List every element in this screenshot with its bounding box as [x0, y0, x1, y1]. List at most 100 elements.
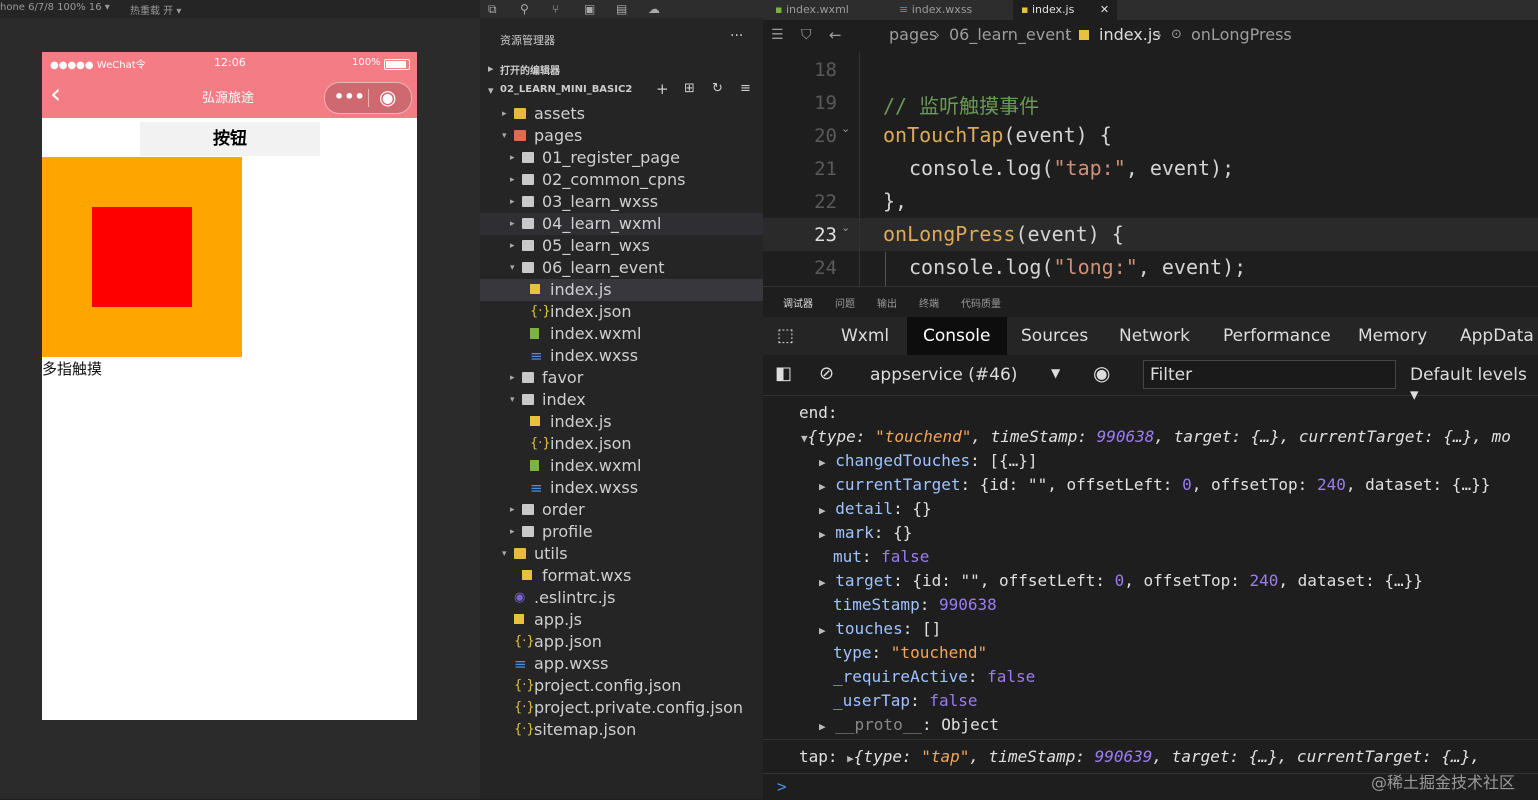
code-line-21[interactable]: console.log("tap:", event);	[909, 156, 1234, 180]
chevron-down-icon[interactable]: ▾	[502, 543, 507, 565]
debug-icon[interactable]: ▣	[584, 2, 595, 16]
back-nav-icon[interactable]: ←	[829, 22, 842, 48]
chevron-down-icon[interactable]: ▾	[502, 125, 507, 147]
tree-item[interactable]: ≡ app.wxss	[480, 653, 763, 675]
chevron-right-icon[interactable]: ▸	[510, 499, 515, 521]
tree-item[interactable]: ◉ .eslintrc.js	[480, 587, 763, 609]
search-icon[interactable]: ⚲	[520, 2, 529, 16]
breadcrumb-file[interactable]: index.js	[1099, 22, 1161, 48]
chevron-right-icon[interactable]: ▸	[510, 235, 515, 257]
console-prop-target[interactable]: ▶ target: {id: "", offsetLeft: 0, offset…	[819, 571, 1423, 590]
tree-item[interactable]: index.wxml	[480, 455, 763, 477]
chevron-right-icon[interactable]: ▸	[510, 521, 515, 543]
new-file-icon[interactable]: +	[656, 80, 669, 98]
bookmark-icon[interactable]: ⛉	[801, 22, 812, 48]
tab-memory[interactable]: Memory	[1358, 317, 1427, 355]
more-icon[interactable]: •••	[334, 87, 365, 106]
console-prompt[interactable]: >	[777, 777, 787, 796]
clear-console-icon[interactable]: ⊘	[819, 363, 834, 384]
tree-item[interactable]: ▸ 04_learn_wxml	[480, 213, 763, 235]
tree-item[interactable]: ▸ 02_common_cpns	[480, 169, 763, 191]
tab-debugger[interactable]: 调试器	[783, 295, 813, 310]
console-entry-summary[interactable]: ▼{type: "touchend", timeStamp: 990638, t…	[801, 427, 1511, 446]
tree-item[interactable]: ▸ favor	[480, 367, 763, 389]
tree-item[interactable]: app.js	[480, 609, 763, 631]
chevron-right-icon[interactable]: ▸	[510, 147, 515, 169]
outline-icon[interactable]: ☰	[771, 22, 784, 48]
back-arrow-icon[interactable]: ‹	[50, 78, 61, 110]
tree-item[interactable]: format.wxs	[480, 565, 763, 587]
tab-output[interactable]: 输出	[877, 295, 897, 310]
tree-item[interactable]: ≡ index.wxss	[480, 477, 763, 499]
demo-button[interactable]: 按钮	[140, 122, 320, 156]
tab-appdata[interactable]: AppData	[1460, 317, 1534, 355]
fold-chevron-icon[interactable]: ⌄	[841, 122, 850, 135]
breadcrumb-symbol[interactable]: onLongPress	[1191, 22, 1292, 48]
context-select[interactable]: appservice (#46)	[870, 365, 1017, 385]
hot-reload-toggle[interactable]: 热重载 开 ▾	[130, 2, 181, 17]
touch-area-outer[interactable]	[42, 157, 242, 357]
breadcrumb-pages[interactable]: pages	[889, 22, 937, 48]
explorer-more-button[interactable]: ···	[730, 28, 743, 44]
copy-icon[interactable]: ⧉	[488, 2, 497, 17]
tab-console[interactable]: Console	[907, 317, 1007, 355]
tree-item[interactable]: ▾ 06_learn_event	[480, 257, 763, 279]
tree-item[interactable]: ≡ index.wxss	[480, 345, 763, 367]
code-line-23[interactable]: onLongPress(event) {	[883, 222, 1124, 246]
tab-wxml[interactable]: Wxml	[841, 317, 889, 355]
tab-index-js[interactable]: ▪ index.js ✕	[1013, 0, 1118, 20]
chevron-down-icon[interactable]: ▾	[510, 257, 515, 279]
tree-item[interactable]: ▾ utils	[480, 543, 763, 565]
filter-input[interactable]: Filter	[1143, 360, 1396, 389]
project-section[interactable]: ▾ 02_LEARN_MINI_BASIC2 + ⊞ ↻ ≡	[480, 80, 763, 100]
tree-item[interactable]: index.wxml	[480, 323, 763, 345]
console-prop-touches[interactable]: ▶ touches: []	[819, 619, 941, 638]
tree-item[interactable]: index.js	[480, 411, 763, 433]
device-select[interactable]: hone 6/7/8 100% 16 ▾	[0, 2, 110, 13]
tab-index-wxss[interactable]: ≡ index.wxss	[891, 0, 980, 20]
inspect-element-icon[interactable]: ⬚	[777, 325, 794, 346]
tab-problems[interactable]: 问题	[835, 295, 855, 310]
new-folder-icon[interactable]: ⊞	[684, 81, 695, 96]
tree-item[interactable]: ▸ assets	[480, 103, 763, 125]
tree-item[interactable]: {·} index.json	[480, 433, 763, 455]
branch-icon[interactable]: ⑂	[552, 2, 559, 16]
code-line-22[interactable]: },	[883, 189, 907, 213]
code-line-24[interactable]: console.log("long:", event);	[909, 255, 1246, 279]
console-prop-mark[interactable]: ▶ mark: {}	[819, 523, 912, 542]
refresh-icon[interactable]: ↻	[712, 81, 723, 96]
sidebar-toggle-icon[interactable]: ◧	[775, 363, 792, 384]
tree-item[interactable]: {·} app.json	[480, 631, 763, 653]
cloud-icon[interactable]: ☁	[648, 2, 660, 16]
tree-item[interactable]: ▸ 01_register_page	[480, 147, 763, 169]
chevron-right-icon[interactable]: ▸	[510, 367, 515, 389]
console-prop-currenttarget[interactable]: ▶ currentTarget: {id: "", offsetLeft: 0,…	[819, 475, 1490, 494]
chevron-right-icon[interactable]: ▸	[510, 169, 515, 191]
code-line-20[interactable]: onTouchTap(event) {	[883, 123, 1112, 147]
tab-sources[interactable]: Sources	[1021, 317, 1088, 355]
tab-index-wxml[interactable]: ▪ index.wxml	[767, 0, 857, 20]
open-editors-section[interactable]: ▸ 打开的编辑器	[480, 58, 763, 78]
tree-item[interactable]: {·} index.json	[480, 301, 763, 323]
console-prop-changedtouches[interactable]: ▶ changedTouches: [{…}]	[819, 451, 1038, 470]
close-tab-icon[interactable]: ✕	[1100, 3, 1109, 16]
chevron-down-icon[interactable]: ▾	[510, 389, 515, 411]
chevron-right-icon[interactable]: ▸	[510, 213, 515, 235]
tree-item[interactable]: ▸ 03_learn_wxss	[480, 191, 763, 213]
console-prop-proto[interactable]: ▶ __proto__: Object	[819, 715, 999, 734]
breadcrumb-folder[interactable]: 06_learn_event	[949, 22, 1071, 48]
fold-chevron-icon[interactable]: ⌄	[841, 221, 850, 234]
context-dropdown-icon[interactable]: ▼	[1051, 366, 1060, 380]
chevron-right-icon[interactable]: ▸	[502, 103, 507, 125]
tree-item[interactable]: {·} project.private.config.json	[480, 697, 763, 719]
tree-item[interactable]: ▾ index	[480, 389, 763, 411]
close-mini-program-icon[interactable]: ◉	[379, 85, 396, 109]
extensions-icon[interactable]: ▤	[616, 2, 627, 16]
tree-item[interactable]: ▾ pages	[480, 125, 763, 147]
tab-terminal[interactable]: 终端	[919, 295, 939, 310]
code-line-19[interactable]: // 监听触摸事件	[883, 90, 1039, 119]
tree-item[interactable]: {·} project.config.json	[480, 675, 763, 697]
tab-network[interactable]: Network	[1119, 317, 1190, 355]
tab-code-quality[interactable]: 代码质量	[961, 295, 1001, 310]
tree-item[interactable]: ▸ 05_learn_wxs	[480, 235, 763, 257]
